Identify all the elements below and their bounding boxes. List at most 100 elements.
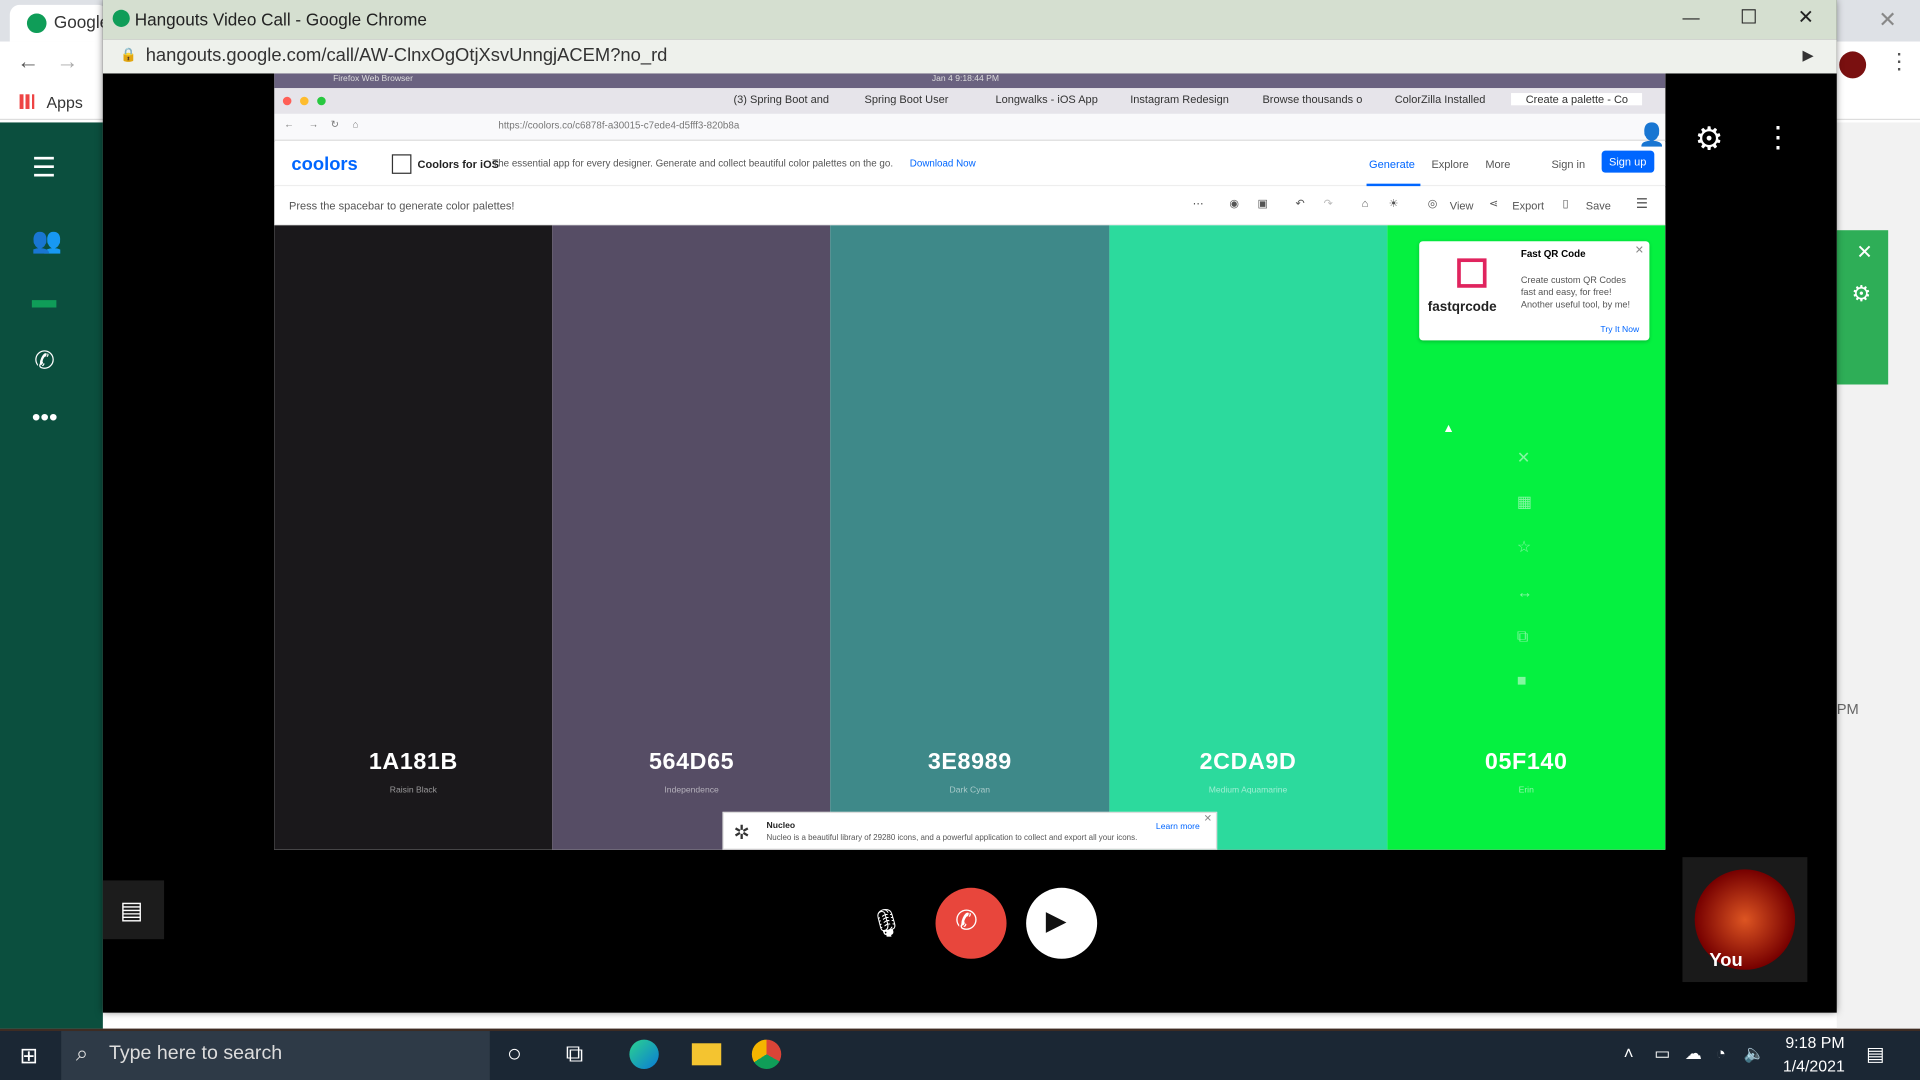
file-explorer-icon[interactable] bbox=[691, 1043, 722, 1066]
chrome-icon[interactable] bbox=[751, 1039, 782, 1069]
camera-off-icon: ▶ bbox=[1045, 904, 1067, 936]
firefox-tab[interactable]: ColorZilla Installed bbox=[1380, 93, 1511, 105]
copy-icon[interactable]: ⧉ bbox=[1517, 627, 1528, 647]
ff-home-icon[interactable]: ⌂ bbox=[353, 119, 359, 130]
layout-icon[interactable]: ▣ bbox=[1258, 197, 1268, 210]
wifi-icon[interactable]: ◔ bbox=[1716, 1043, 1726, 1063]
favorite-star-icon[interactable]: ☆ bbox=[1517, 538, 1531, 558]
more-options-icon[interactable]: ⋯ bbox=[1193, 197, 1204, 210]
maximize-icon[interactable]: ☐ bbox=[1740, 5, 1758, 29]
lock-color-icon[interactable]: ■ bbox=[1517, 671, 1527, 689]
minimize-icon[interactable]: — bbox=[1682, 7, 1699, 27]
settings-gear-icon[interactable]: ⚙ bbox=[1695, 120, 1724, 158]
ff-forward-icon[interactable]: → bbox=[309, 119, 319, 130]
firefox-tab[interactable]: Spring Boot User bbox=[850, 93, 981, 105]
profile-avatar[interactable] bbox=[1839, 51, 1867, 79]
mac-close-dot[interactable] bbox=[282, 96, 292, 106]
taskbar-search[interactable]: ⌕ Type here to search bbox=[61, 1031, 490, 1080]
background-tab[interactable]: Google bbox=[9, 4, 109, 42]
redo-icon[interactable]: ↷ bbox=[1324, 197, 1333, 210]
swatch-hex[interactable]: 2CDA9D bbox=[1109, 749, 1387, 776]
brightness-icon[interactable]: ☀ bbox=[1389, 197, 1399, 210]
ff-url[interactable]: https://coolors.co/c6878f-a30015-c7ede4-… bbox=[498, 120, 739, 131]
task-view-icon[interactable]: ⧉ bbox=[566, 1041, 583, 1069]
firefox-tab-active[interactable]: Create a palette - Co bbox=[1511, 93, 1643, 106]
phone-icon[interactable]: ✆ bbox=[34, 345, 55, 376]
shared-screen: Firefox Web Browser Jan 4 9:18:44 PM (3)… bbox=[274, 73, 1666, 850]
apps-bookmark[interactable]: Apps bbox=[47, 93, 83, 111]
address-bar[interactable]: 🔒 hangouts.google.com/call/AW-ClnxOgOtjX… bbox=[102, 39, 1837, 74]
close-window-icon[interactable]: ✕ bbox=[1798, 5, 1814, 29]
nucleo-close-icon[interactable]: ✕ bbox=[1204, 813, 1212, 824]
volume-icon[interactable]: 🔈 bbox=[1744, 1043, 1765, 1064]
swatch-hex[interactable]: 564D65 bbox=[552, 749, 830, 776]
battery-icon[interactable]: ▭ bbox=[1654, 1043, 1670, 1064]
drag-icon[interactable]: ↔ bbox=[1517, 583, 1533, 601]
remove-color-icon[interactable]: ✕ bbox=[1517, 448, 1530, 468]
notifications-icon[interactable]: ▤ bbox=[1866, 1042, 1885, 1066]
ad-close-icon[interactable]: ✕ bbox=[1635, 244, 1644, 257]
chat-button[interactable]: ▤ bbox=[102, 880, 165, 940]
view-button[interactable]: View bbox=[1450, 200, 1474, 212]
back-arrow-icon[interactable]: ← bbox=[17, 49, 39, 75]
camera-indicator-icon[interactable]: ▶ bbox=[1802, 47, 1813, 64]
add-person-icon[interactable]: 👤 bbox=[1638, 122, 1665, 148]
camera-toggle-button[interactable]: ▶ bbox=[1026, 887, 1098, 959]
save-button[interactable]: Save bbox=[1586, 200, 1611, 212]
spacebar-hint: Press the spacebar to generate color pal… bbox=[288, 199, 515, 212]
more-dots-icon[interactable]: ••• bbox=[32, 404, 58, 432]
swatch[interactable]: 3E8989 Dark Cyan bbox=[830, 225, 1109, 850]
onedrive-icon[interactable]: ☁ bbox=[1685, 1043, 1702, 1064]
edge-browser-icon[interactable] bbox=[629, 1039, 659, 1069]
taskbar-date[interactable]: 1/4/2021 bbox=[1783, 1057, 1845, 1075]
taskbar-time[interactable]: 9:18 PM bbox=[1785, 1033, 1844, 1051]
shades-icon[interactable]: ▦ bbox=[1517, 492, 1532, 512]
more-options-vertical-icon[interactable]: ⋮ bbox=[1763, 120, 1792, 156]
coolors-logo[interactable]: coolors bbox=[291, 154, 357, 175]
firefox-tab[interactable]: Browse thousands o bbox=[1248, 93, 1380, 105]
nav-explore[interactable]: Explore bbox=[1431, 158, 1468, 170]
end-call-button[interactable]: ✆ bbox=[935, 887, 1007, 959]
undo-icon[interactable]: ↶ bbox=[1296, 197, 1305, 210]
swatch[interactable]: 2CDA9D Medium Aquamarine bbox=[1108, 225, 1388, 850]
chat-icon[interactable]: ▬ bbox=[32, 287, 56, 315]
nucleo-learn-more[interactable]: Learn more bbox=[1156, 823, 1200, 832]
firefox-tab[interactable]: Longwalks - iOS App bbox=[981, 93, 1116, 105]
hangouts-sidebar: ☰ 👥 ▬ ✆ ••• bbox=[0, 122, 103, 1029]
kebab-menu-icon[interactable]: ⋮ bbox=[1888, 49, 1910, 75]
microphone-button[interactable]: 🎙 bbox=[862, 900, 903, 949]
ff-back-icon[interactable]: ← bbox=[284, 119, 294, 130]
hamburger-menu-icon[interactable]: ☰ bbox=[32, 152, 56, 184]
swatch-hex[interactable]: 1A181B bbox=[274, 749, 552, 776]
bookmark-icon: ▯ bbox=[1562, 197, 1569, 210]
export-button[interactable]: Export bbox=[1512, 200, 1544, 212]
glasses-icon[interactable]: ⌂ bbox=[1362, 197, 1369, 209]
panel-close-icon[interactable]: ✕ bbox=[1856, 240, 1872, 264]
contacts-icon[interactable]: 👥 bbox=[32, 225, 62, 256]
menu-icon[interactable]: ☰ bbox=[1636, 196, 1648, 212]
cortana-icon[interactable]: ○ bbox=[507, 1041, 522, 1069]
swatch[interactable]: 564D65 Independence bbox=[552, 225, 831, 850]
swatch-hex[interactable]: 05F140 bbox=[1387, 749, 1665, 776]
swatch[interactable]: 1A181B Raisin Black bbox=[274, 225, 553, 850]
swatch-hex[interactable]: 3E8989 bbox=[831, 749, 1109, 776]
chevron-up-icon[interactable]: ˄ bbox=[1624, 1043, 1634, 1063]
nav-more[interactable]: More bbox=[1485, 158, 1510, 170]
mac-max-dot[interactable] bbox=[317, 96, 326, 106]
download-now-link[interactable]: Download Now bbox=[910, 158, 976, 169]
nav-generate[interactable]: Generate bbox=[1369, 158, 1415, 170]
camera-icon[interactable]: ◉ bbox=[1229, 197, 1239, 210]
self-view-tile[interactable]: You bbox=[1682, 857, 1808, 983]
forward-arrow-icon[interactable]: → bbox=[56, 49, 78, 75]
ad-cta-link[interactable]: Try It Now bbox=[1600, 326, 1639, 335]
background-close-icon[interactable]: ✕ bbox=[1878, 7, 1896, 33]
windows-start-icon[interactable]: ⊞ bbox=[20, 1043, 38, 1069]
sign-in-link[interactable]: Sign in bbox=[1551, 158, 1585, 170]
sign-up-button[interactable]: Sign up bbox=[1601, 150, 1654, 173]
mac-min-dot[interactable] bbox=[300, 96, 309, 106]
window-titlebar: Hangouts Video Call - Google Chrome — ☐ … bbox=[102, 0, 1837, 40]
panel-settings-icon[interactable]: ⚙ bbox=[1851, 282, 1871, 308]
firefox-tab[interactable]: (3) Spring Boot and bbox=[719, 93, 850, 105]
firefox-tab[interactable]: Instagram Redesign bbox=[1116, 93, 1248, 105]
ff-reload-icon[interactable]: ↻ bbox=[331, 119, 339, 130]
